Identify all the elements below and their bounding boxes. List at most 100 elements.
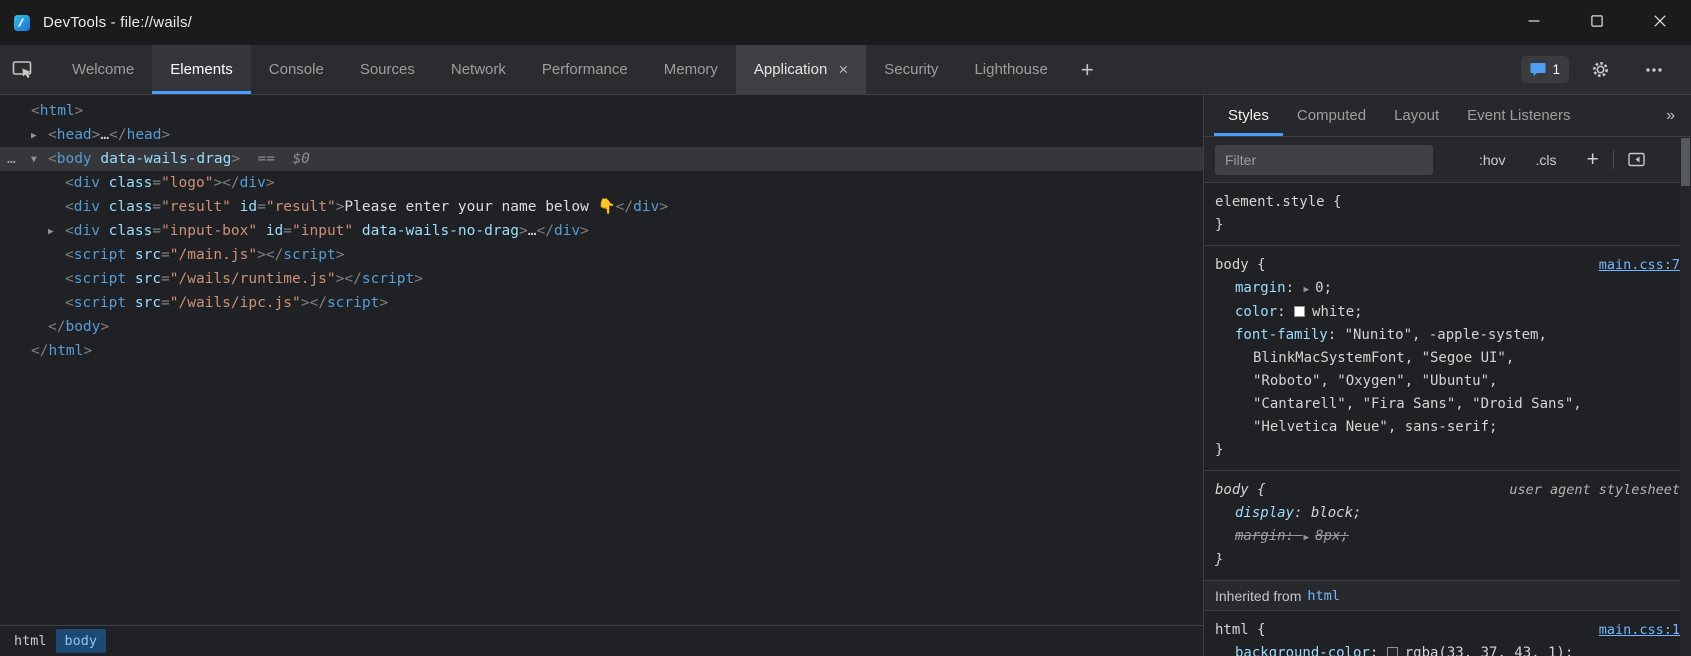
css-declaration[interactable]: display: block; [1204, 502, 1691, 525]
tab-label: Elements [170, 61, 233, 78]
styles-scrollbar[interactable] [1680, 137, 1691, 656]
css-property-value: rgba(33, 37, 43, 1); [1405, 645, 1574, 656]
css-declaration[interactable]: margin: ▶0; [1204, 277, 1691, 301]
tab-label: Memory [664, 61, 718, 78]
tab-memory[interactable]: Memory [646, 45, 736, 94]
css-declaration[interactable]: margin: ▶8px; [1204, 525, 1691, 549]
maximize-button[interactable] [1565, 0, 1628, 45]
computed-sidebar-icon[interactable] [1628, 152, 1645, 167]
toggle-element-state-button[interactable]: :hov [1479, 152, 1505, 168]
css-declaration[interactable]: font-family: "Nunito", -apple-system, [1204, 324, 1691, 347]
dom-tree-row[interactable]: ▶<head>…</head> [0, 123, 1203, 147]
inherited-node-link[interactable]: html [1307, 588, 1340, 604]
expand-shorthand-icon[interactable]: ▶ [1303, 284, 1309, 295]
chat-bubble-icon [1530, 62, 1546, 77]
styles-filter-input[interactable] [1215, 145, 1433, 175]
inherited-from-label: Inherited from [1215, 588, 1301, 604]
new-style-rule-icon[interactable]: + [1586, 149, 1598, 170]
css-property-value: "Nunito", -apple-system, [1345, 327, 1547, 343]
stylesheet-origin: user agent stylesheet [1509, 479, 1680, 502]
sidebar-tab-layout[interactable]: Layout [1380, 95, 1453, 136]
css-declaration[interactable]: "Cantarell", "Fira Sans", "Droid Sans", [1204, 393, 1691, 416]
sidebar-tab-event-listeners[interactable]: Event Listeners [1453, 95, 1584, 136]
window-controls [1502, 0, 1691, 45]
more-options-icon[interactable] [1631, 67, 1677, 73]
tab-application[interactable]: Application× [736, 45, 866, 94]
tab-label: Sources [360, 61, 415, 78]
css-property-name: background-color [1235, 645, 1370, 656]
css-declaration[interactable]: BlinkMacSystemFont, "Segoe UI", [1204, 347, 1691, 370]
css-property-value: "Cantarell", "Fira Sans", "Droid Sans", [1253, 396, 1582, 412]
rule-selector[interactable]: body [1215, 479, 1249, 502]
rule-selector[interactable]: element.style [1215, 191, 1325, 214]
expand-node-icon[interactable]: ▶ [31, 124, 48, 148]
settings-gear-icon[interactable] [1577, 60, 1623, 79]
dom-tree-row[interactable]: <script src="/wails/ipc.js"></script> [0, 291, 1203, 315]
collapse-node-icon[interactable]: ▼ [31, 148, 48, 172]
add-tab-button[interactable]: + [1066, 45, 1109, 94]
css-declaration[interactable]: "Roboto", "Oxygen", "Ubuntu", [1204, 370, 1691, 393]
color-swatch[interactable] [1387, 647, 1398, 656]
minimize-button[interactable] [1502, 0, 1565, 45]
color-swatch[interactable] [1294, 306, 1305, 317]
dom-tree-row[interactable]: <script src="/wails/runtime.js"></script… [0, 267, 1203, 291]
inspect-icon[interactable] [0, 45, 46, 94]
rule-selector[interactable]: body [1215, 254, 1249, 277]
tab-label: Network [451, 61, 506, 78]
tab-welcome[interactable]: Welcome [54, 45, 152, 94]
dom-tree-row[interactable]: </body> [0, 315, 1203, 339]
expand-shorthand-icon[interactable]: ▶ [1303, 532, 1309, 543]
dom-tree-row[interactable]: <div class="result" id="result">Please e… [0, 195, 1203, 219]
tab-label: Security [884, 61, 938, 78]
elements-panel: <html>▶<head>…</head>…▼<body data-wails-… [0, 95, 1204, 656]
dom-tree-row[interactable]: </html> [0, 339, 1203, 363]
breadcrumb-html[interactable]: html [5, 629, 56, 653]
dom-tree-row[interactable]: <html> [0, 99, 1203, 123]
devtools-app-icon [13, 14, 31, 32]
tab-security[interactable]: Security [866, 45, 956, 94]
css-property-name: margin [1235, 280, 1286, 296]
tab-label: Console [269, 61, 324, 78]
toolbar-divider [1613, 150, 1614, 169]
node-more-actions-icon[interactable]: … [7, 147, 17, 171]
more-tabs-icon[interactable]: » [1650, 95, 1691, 136]
dom-tree-row[interactable]: <div class="logo"></div> [0, 171, 1203, 195]
content-area: <html>▶<head>…</head>…▼<body data-wails-… [0, 95, 1691, 656]
dom-tree-row[interactable]: <script src="/main.js"></script> [0, 243, 1203, 267]
styles-rules-list: element.style {}body {main.css:7margin: … [1204, 183, 1691, 656]
tab-elements[interactable]: Elements [152, 45, 251, 94]
css-property-value: white; [1312, 304, 1363, 320]
style-rule: html {main.css:1background-color: rgba(3… [1204, 611, 1691, 656]
panel-tabs: Welcome Elements Console Sources Network Perf… [54, 45, 1066, 94]
stylesheet-link[interactable]: main.css:1 [1599, 619, 1680, 642]
css-property-name: display [1235, 505, 1294, 521]
tab-network[interactable]: Network [433, 45, 524, 94]
stylesheet-link[interactable]: main.css:7 [1599, 254, 1680, 277]
dom-tree-row[interactable]: ▶<div class="input-box" id="input" data-… [0, 219, 1203, 243]
tab-console[interactable]: Console [251, 45, 342, 94]
css-property-value: "Helvetica Neue", sans-serif; [1253, 419, 1497, 435]
rule-selector[interactable]: html [1215, 619, 1249, 642]
css-declaration[interactable]: color: white; [1204, 301, 1691, 324]
breadcrumb-bar: htmlbody [0, 625, 1203, 656]
tab-performance[interactable]: Performance [524, 45, 646, 94]
close-tab-icon[interactable]: × [838, 61, 848, 78]
inherited-from-header: Inherited from html [1204, 581, 1691, 611]
sidebar-tab-styles[interactable]: Styles [1214, 95, 1283, 136]
tab-lighthouse[interactable]: Lighthouse [956, 45, 1065, 94]
style-rule: body {main.css:7margin: ▶0;color: white;… [1204, 246, 1691, 471]
title-bar: DevTools - file://wails/ [0, 0, 1691, 45]
css-declaration[interactable]: background-color: rgba(33, 37, 43, 1); [1204, 642, 1691, 656]
expand-node-icon[interactable]: ▶ [48, 220, 65, 244]
issues-badge[interactable]: 1 [1521, 56, 1569, 83]
breadcrumb-body[interactable]: body [56, 629, 107, 653]
css-declaration[interactable]: "Helvetica Neue", sans-serif; [1204, 416, 1691, 439]
sidebar-tab-computed[interactable]: Computed [1283, 95, 1380, 136]
css-property-value: block; [1311, 505, 1362, 521]
close-button[interactable] [1628, 0, 1691, 45]
minimize-icon [1528, 14, 1540, 32]
dom-tree-row[interactable]: …▼<body data-wails-drag> == $0 [0, 147, 1203, 171]
element-classes-button[interactable]: .cls [1535, 152, 1556, 168]
scrollbar-thumb[interactable] [1681, 138, 1690, 186]
tab-sources[interactable]: Sources [342, 45, 433, 94]
